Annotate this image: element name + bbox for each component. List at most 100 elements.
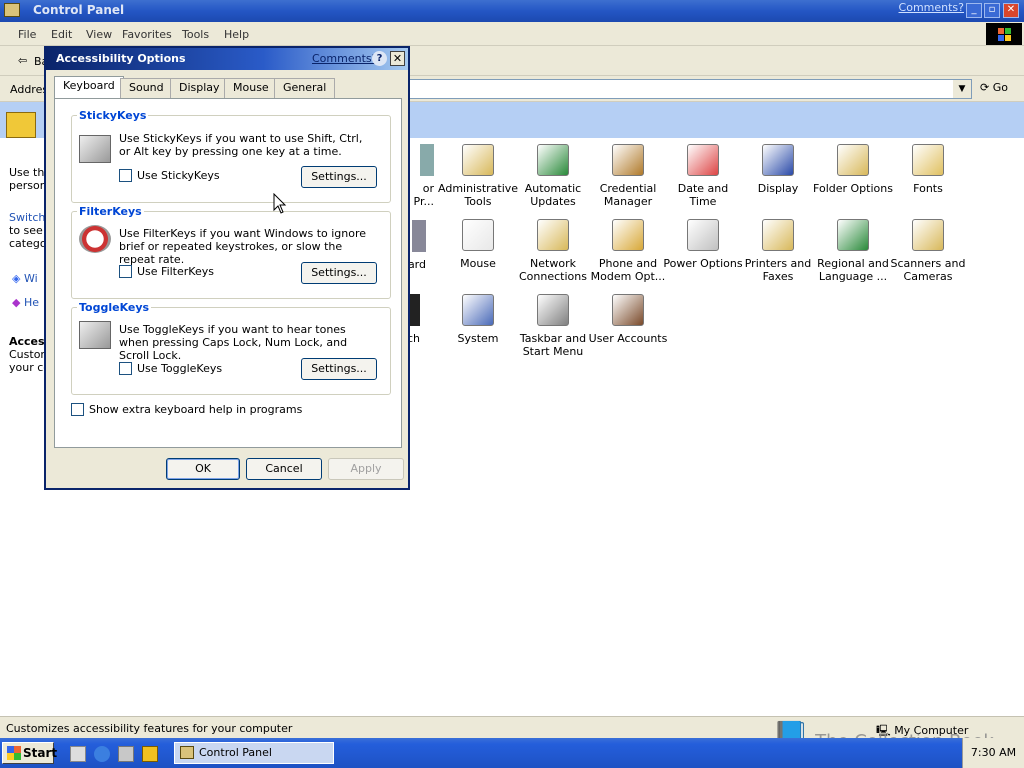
address-input[interactable]: ▼ [404,79,972,99]
control-panel-item-label: Connections [519,270,587,283]
control-panel-item[interactable]: Credential Manager [588,144,668,208]
menu-edit[interactable]: Edit [51,28,72,41]
show-extra-help-checkbox[interactable] [71,403,84,416]
control-panel-item[interactable]: Printers and Faxes [738,219,818,283]
menu-file[interactable]: File [18,28,36,41]
dialog-titlebar[interactable]: Accessibility Options Comments? ? ✕ [46,48,408,70]
show-extra-help-label[interactable]: Show extra keyboard help in programs [89,403,302,416]
apply-button[interactable]: Apply [328,458,404,480]
control-panel-item-label: Fonts [913,182,943,195]
control-panel-item-label: Network [530,257,576,270]
internet-explorer-icon[interactable] [94,746,110,762]
control-panel-item-label: Phone and [598,257,658,270]
comments-link[interactable]: Comments? [899,1,964,14]
tab-sound[interactable]: Sound [120,78,173,98]
control-panel-item-label: Cameras [903,270,953,283]
control-panel-item[interactable]: Taskbar and Start Menu [513,294,593,358]
go-button[interactable]: ⟳ Go [980,81,1008,94]
control-panel-item[interactable]: Power Options [663,219,743,270]
control-panel-item[interactable]: Automatic Updates [513,144,593,208]
restore-button[interactable]: ▫ [984,3,1000,18]
credential-manager-icon [612,144,644,176]
tab-display[interactable]: Display [170,78,229,98]
control-panel-item[interactable]: Folder Options [813,144,893,195]
control-panel-banner-icon [6,112,36,138]
control-panel-item[interactable]: Date and Time [663,144,743,208]
window-titlebar[interactable]: Control Panel Comments? _ ▫ ✕ [0,0,1024,22]
menu-favorites[interactable]: Favorites [122,28,172,41]
clock[interactable]: 7:30 AM [971,746,1016,759]
use-filterkeys-checkbox[interactable] [119,265,132,278]
control-panel-item-label: Manager [603,195,653,208]
start-flag-icon [7,746,21,760]
power-options-icon [687,219,719,251]
menu-bar: File Edit View Favorites Tools Help [0,22,1024,46]
dialog-title: Accessibility Options [56,52,186,65]
control-panel-item-label: Scanners and [890,257,966,270]
show-desktop-icon[interactable] [70,746,86,762]
ok-button[interactable]: OK [166,458,240,480]
control-panel-item[interactable]: Network Connections [513,219,593,283]
network-connections-icon [537,219,569,251]
dialog-close-button[interactable]: ✕ [390,51,405,66]
help-icon: ◆ [12,296,21,309]
control-panel-item-label: Folder Options [813,182,893,195]
tab-keyboard[interactable]: Keyboard [54,76,124,98]
control-panel-item[interactable]: Scanners and Cameras [888,219,968,283]
back-arrow-icon[interactable]: ⇦ [18,54,27,67]
taskbar: Start Control Panel 7:30 AM [0,738,1024,768]
control-panel-item-label: Start Menu [522,345,584,358]
menu-view[interactable]: View [86,28,112,41]
togglekeys-icon [79,321,111,349]
left-pane-heading: Acces [9,335,45,348]
dialog-comments-link[interactable]: Comments? [312,52,377,65]
folder-options-icon [837,144,869,176]
togglekeys-settings-button[interactable]: Settings... [301,358,377,380]
close-button[interactable]: ✕ [1003,3,1019,18]
control-panel-item-label: Administrative [438,182,519,195]
tab-general[interactable]: General [274,78,336,98]
use-stickykeys-label[interactable]: Use StickyKeys [137,169,220,182]
use-togglekeys-checkbox[interactable] [119,362,132,375]
menu-help[interactable]: Help [224,28,249,41]
address-dropdown-icon[interactable]: ▼ [953,80,971,98]
switch-view-link[interactable]: Switch [9,211,45,224]
use-togglekeys-label[interactable]: Use ToggleKeys [137,362,222,375]
help-support-link[interactable]: ◆ He [12,296,39,309]
stickykeys-description: Use StickyKeys if you want to use Shift,… [119,132,363,158]
control-panel-item-label: Power Options [663,257,743,270]
taskbar-control-panel[interactable]: Control Panel [174,742,334,764]
control-panel-item[interactable]: User Accounts [588,294,668,345]
stickykeys-icon [79,135,111,163]
media-player-icon[interactable] [142,746,158,762]
control-panel-item-label: Mouse [460,257,496,270]
tab-mouse[interactable]: Mouse [224,78,278,98]
help-button[interactable]: ? [372,51,387,66]
use-filterkeys-label[interactable]: Use FilterKeys [137,265,214,278]
stickykeys-title: StickyKeys [77,109,149,122]
cancel-button[interactable]: Cancel [246,458,322,480]
fonts-icon [912,144,944,176]
menu-tools[interactable]: Tools [182,28,209,41]
control-panel-item-label: Date and Time [677,182,729,208]
control-panel-item[interactable]: Display [738,144,818,195]
control-panel-item[interactable]: Administrative Tools [438,144,518,208]
windows-update-link[interactable]: ◈ Wi [12,272,38,285]
minimize-button[interactable]: _ [966,3,982,18]
control-panel-item-label: Tools [464,195,492,208]
stickykeys-settings-button[interactable]: Settings... [301,166,377,188]
start-button[interactable]: Start [2,742,57,764]
control-panel-item[interactable]: Regional and Language ... [813,219,893,283]
network-icon[interactable] [118,746,134,762]
control-panel-item[interactable]: Phone and Modem Opt... [588,219,668,283]
stickykeys-group [71,115,391,203]
filterkeys-settings-button[interactable]: Settings... [301,262,377,284]
automatic-updates-icon [537,144,569,176]
control-panel-item[interactable]: System [438,294,518,345]
control-panel-item[interactable]: Mouse [438,219,518,270]
control-panel-task-icon [180,746,194,759]
control-panel-item-label: Display [757,182,799,195]
use-stickykeys-checkbox[interactable] [119,169,132,182]
control-panel-item-label: Taskbar and [519,332,587,345]
control-panel-item[interactable]: Fonts [888,144,968,195]
